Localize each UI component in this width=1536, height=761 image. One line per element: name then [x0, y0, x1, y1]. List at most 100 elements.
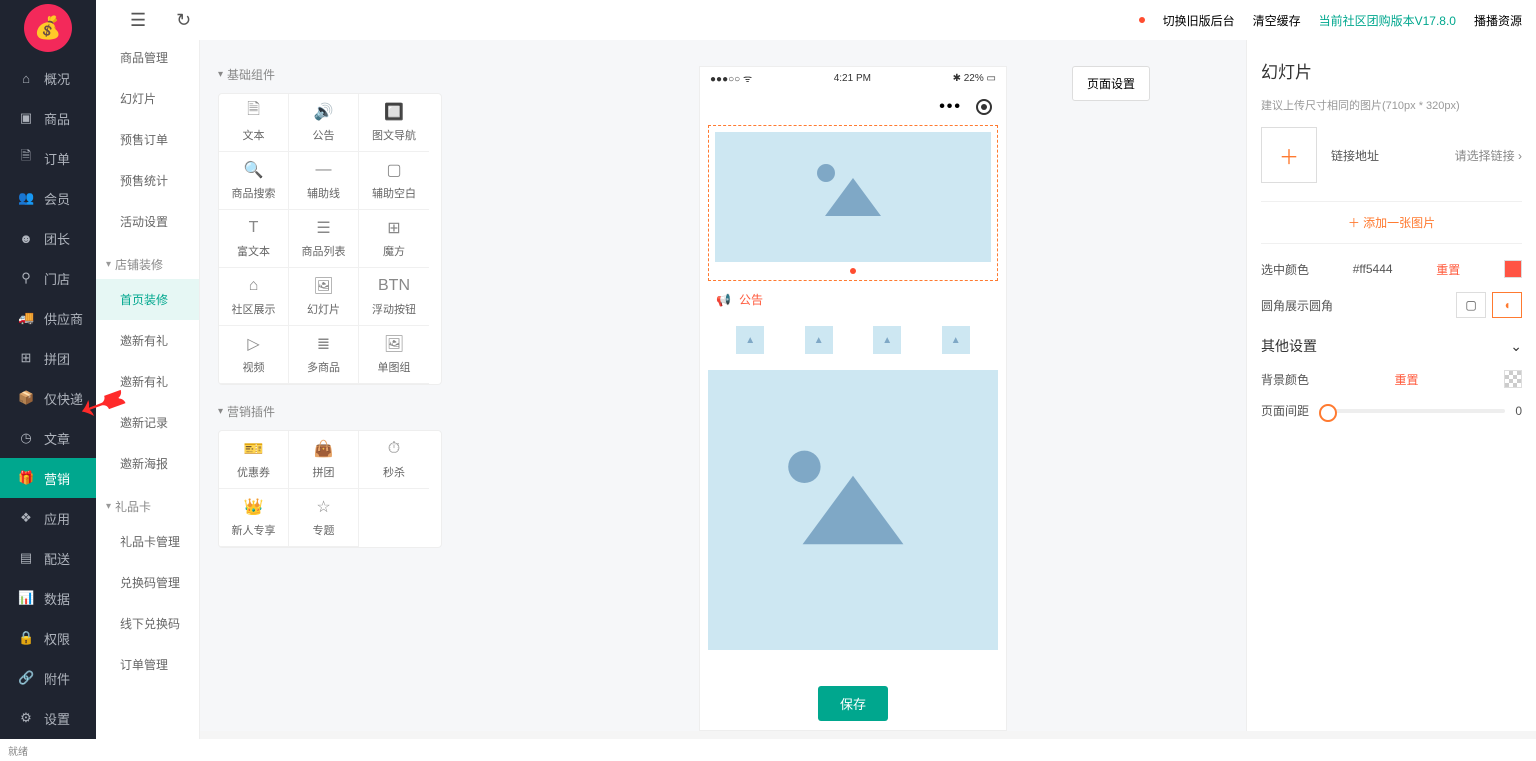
sub-item-邀新海报[interactable]: 邀新海报 — [96, 443, 199, 484]
component-文本[interactable]: 🗎文本 — [219, 94, 289, 152]
nav-icon: 🔗 — [18, 670, 34, 686]
more-icon[interactable]: ••• — [939, 98, 962, 116]
reset-color-button[interactable]: 重置 — [1436, 261, 1460, 278]
upload-image-button[interactable]: ＋ — [1261, 127, 1317, 183]
component-商品列表[interactable]: ☰商品列表 — [289, 210, 359, 268]
sidebar-item-权限[interactable]: 🔒权限 — [0, 618, 96, 658]
component-icon: 🔍 — [245, 161, 263, 179]
sub-item-商品管理[interactable]: 商品管理 — [96, 37, 199, 78]
sidebar-item-文章[interactable]: ◷文章 — [0, 418, 96, 458]
chevron-down-icon[interactable]: ⌄ — [1510, 338, 1522, 355]
props-hint: 建议上传尺寸相同的图片(710px * 320px) — [1261, 97, 1522, 113]
refresh-icon[interactable]: ↻ — [176, 10, 191, 31]
sidebar-item-配送[interactable]: ▤配送 — [0, 538, 96, 578]
add-image-button[interactable]: ＋ 添加一张图片 — [1261, 201, 1522, 244]
component-视频[interactable]: ▷视频 — [219, 326, 289, 384]
gap-slider[interactable] — [1319, 409, 1505, 413]
sub-item-邀新有礼[interactable]: 邀新有礼 — [96, 361, 199, 402]
component-浮动按钮[interactable]: BTN浮动按钮 — [359, 268, 429, 326]
menu-toggle-icon[interactable]: ☰ — [130, 10, 146, 31]
sub-item-礼品卡管理[interactable]: 礼品卡管理 — [96, 521, 199, 562]
notice-component[interactable]: 📢 公告 — [700, 281, 1006, 318]
sidebar-main: 💰 ⌂概况▣商品🗎订单👥会员☻团长⚲门店🚚供应商⊞拼团📦仅快递◷文章🎁营销❖应用… — [0, 0, 96, 761]
component-社区展示[interactable]: ⌂社区展示 — [219, 268, 289, 326]
sidebar-item-概况[interactable]: ⌂概况 — [0, 58, 96, 98]
slideshow-component-selected[interactable] — [708, 125, 998, 281]
sub-item-首页装修[interactable]: 首页装修 — [96, 279, 199, 320]
sub-group-decorate[interactable]: 店铺装修 — [96, 242, 199, 279]
sub-item-邀新有礼[interactable]: 邀新有礼 — [96, 320, 199, 361]
corner-label: 圆角展示 — [1261, 297, 1309, 314]
sidebar-item-订单[interactable]: 🗎订单 — [0, 138, 96, 178]
sidebar-item-应用[interactable]: ❖应用 — [0, 498, 96, 538]
sidebar-item-拼团[interactable]: ⊞拼团 — [0, 338, 96, 378]
sidebar-item-数据[interactable]: 📊数据 — [0, 578, 96, 618]
component-icon: ⊞ — [385, 219, 403, 237]
component-icon: 🔲 — [385, 103, 403, 121]
sidebar-item-团长[interactable]: ☻团长 — [0, 218, 96, 258]
page-settings-button[interactable]: 页面设置 — [1072, 66, 1150, 101]
thumb-icon: ▲ — [873, 326, 901, 354]
component-多商品[interactable]: ≣多商品 — [289, 326, 359, 384]
component-辅助线[interactable]: —辅助线 — [289, 152, 359, 210]
sub-item-兑换码管理[interactable]: 兑换码管理 — [96, 562, 199, 603]
single-image-component[interactable] — [708, 370, 998, 650]
palette-basic-title[interactable]: 基础组件 — [218, 66, 442, 83]
color-swatch[interactable] — [1504, 260, 1522, 278]
sub-item-幻灯片[interactable]: 幻灯片 — [96, 78, 199, 119]
sidebar-item-门店[interactable]: ⚲门店 — [0, 258, 96, 298]
app-logo: 💰 — [24, 4, 72, 52]
switch-old-link[interactable]: 切换旧版后台 — [1163, 12, 1235, 29]
gap-value: 0 — [1515, 404, 1522, 418]
sub-item-活动设置[interactable]: 活动设置 — [96, 201, 199, 242]
reset-bg-button[interactable]: 重置 — [1395, 371, 1419, 388]
sub-item-预售统计[interactable]: 预售统计 — [96, 160, 199, 201]
component-商品搜索[interactable]: 🔍商品搜索 — [219, 152, 289, 210]
sub-item-邀新记录[interactable]: 邀新记录 — [96, 402, 199, 443]
corner-square-button[interactable]: ▢ — [1456, 292, 1486, 318]
battery-icon: ✱ 22% ▭ — [953, 73, 996, 84]
component-优惠券[interactable]: 🎫优惠券 — [219, 431, 289, 489]
component-公告[interactable]: 🔊公告 — [289, 94, 359, 152]
sidebar-item-会员[interactable]: 👥会员 — [0, 178, 96, 218]
component-icon: 🖼 — [315, 277, 333, 295]
link-label: 链接地址 — [1331, 147, 1379, 164]
status-dot-icon — [1139, 17, 1145, 23]
status-footer: 就绪 — [0, 739, 1536, 761]
sidebar-item-商品[interactable]: ▣商品 — [0, 98, 96, 138]
nav-icon: ⊞ — [18, 350, 34, 366]
sub-item-预售订单[interactable]: 预售订单 — [96, 119, 199, 160]
gap-label: 页面间距 — [1261, 402, 1309, 419]
component-魔方[interactable]: ⊞魔方 — [359, 210, 429, 268]
sidebar-item-营销[interactable]: 🎁营销 — [0, 458, 96, 498]
link-select[interactable]: 请选择链接 › — [1455, 147, 1522, 164]
sub-group-giftcard[interactable]: 礼品卡 — [96, 484, 199, 521]
bg-color-label: 背景颜色 — [1261, 371, 1309, 388]
bg-color-swatch[interactable] — [1504, 370, 1522, 388]
sidebar-sub: 预售活动 商品管理幻灯片预售订单预售统计活动设置 店铺装修 首页装修邀新有礼邀新… — [96, 0, 200, 761]
sidebar-item-仅快递[interactable]: 📦仅快递 — [0, 378, 96, 418]
component-新人专享[interactable]: 👑新人专享 — [219, 489, 289, 547]
clear-cache-link[interactable]: 清空缓存 — [1253, 12, 1301, 29]
component-拼团[interactable]: 👜拼团 — [289, 431, 359, 489]
save-button[interactable]: 保存 — [818, 686, 888, 721]
corner-round-button[interactable]: ◖ — [1492, 292, 1522, 318]
target-icon[interactable] — [976, 99, 992, 115]
component-icon: BTN — [385, 277, 403, 295]
component-单图组[interactable]: 🖼单图组 — [359, 326, 429, 384]
sidebar-item-附件[interactable]: 🔗附件 — [0, 658, 96, 698]
component-辅助空白[interactable]: ▢辅助空白 — [359, 152, 429, 210]
sidebar-item-设置[interactable]: ⚙设置 — [0, 698, 96, 738]
sidebar-item-供应商[interactable]: 🚚供应商 — [0, 298, 96, 338]
component-秒杀[interactable]: ⏱秒杀 — [359, 431, 429, 489]
sub-item-线下兑换码[interactable]: 线下兑换码 — [96, 603, 199, 644]
broadcast-link[interactable]: 播播资源 — [1474, 12, 1522, 29]
component-富文本[interactable]: T富文本 — [219, 210, 289, 268]
nav-thumbs[interactable]: ▲ ▲ ▲ ▲ — [700, 318, 1006, 362]
component-图文导航[interactable]: 🔲图文导航 — [359, 94, 429, 152]
component-幻灯片[interactable]: 🖼幻灯片 — [289, 268, 359, 326]
component-专题[interactable]: ☆专题 — [289, 489, 359, 547]
thumb-icon: ▲ — [736, 326, 764, 354]
sub-item-订单管理[interactable]: 订单管理 — [96, 644, 199, 685]
palette-marketing-title[interactable]: 营销插件 — [218, 403, 442, 420]
